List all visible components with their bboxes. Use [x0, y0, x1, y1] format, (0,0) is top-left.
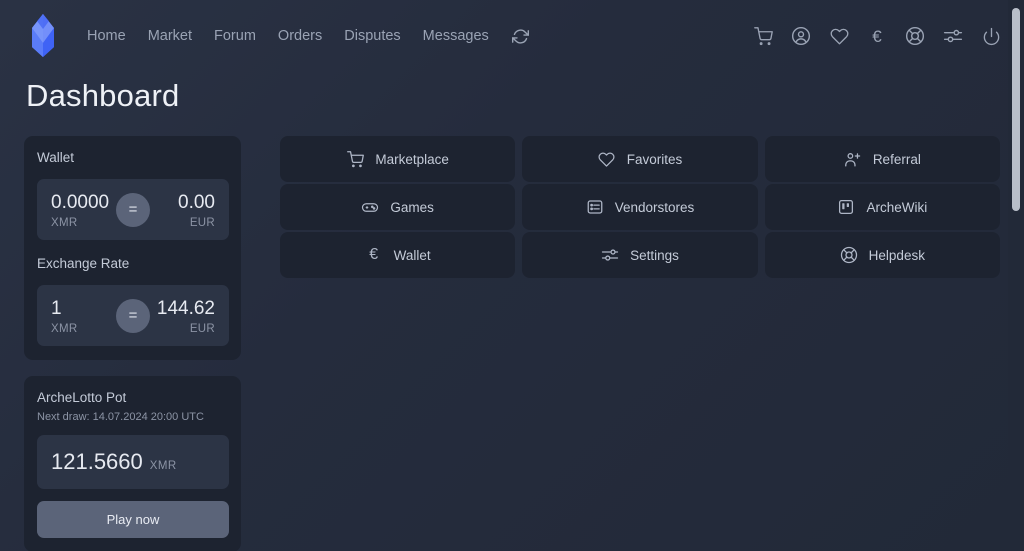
equals-badge: = [116, 298, 150, 333]
exchange-eur-unit: EUR [189, 323, 215, 336]
server-list-icon [586, 198, 604, 216]
wallet-balance-box: 0.0000 XMR = 0.00 EUR [37, 179, 229, 241]
exchange-xmr-value: 1 [51, 298, 62, 320]
nav-disputes[interactable]: Disputes [333, 23, 411, 50]
user-circle-icon[interactable] [790, 25, 812, 47]
exchange-rate-title: Exchange Rate [37, 256, 130, 272]
heart-icon [598, 150, 616, 168]
tile-games[interactable]: Games [280, 184, 516, 230]
wallet-balance-eur-value: 0.00 [178, 192, 215, 214]
wallet-card-title: Wallet [37, 150, 75, 165]
tile-marketplace[interactable]: Marketplace [280, 136, 516, 182]
exchange-left: 1 XMR [51, 298, 77, 335]
page-scrollbar[interactable] [1008, 0, 1024, 551]
tile-archewiki[interactable]: ArcheWiki [764, 184, 1000, 230]
play-now-button[interactable]: Play now [37, 501, 229, 539]
gamepad-icon [361, 198, 379, 216]
nav-messages[interactable]: Messages [412, 23, 500, 50]
archelotto-pot-unit: XMR [149, 460, 177, 473]
wallet-card: Wallet 0.0000 XMR = 0.00 EUR Exchange Ra… [24, 136, 241, 361]
archelotto-card: ArcheLotto Pot Next draw: 14.07.2024 20:… [24, 376, 241, 551]
page-scrollbar-thumb[interactable] [1012, 8, 1020, 211]
dashboard-content: Wallet 0.0000 XMR = 0.00 EUR Exchange Ra… [0, 136, 1024, 551]
tile-favorites[interactable]: Favorites [522, 136, 758, 182]
top-navigation-bar: Home Market Forum Orders Disputes Messag… [0, 0, 1024, 72]
tile-label: Referral [872, 151, 921, 167]
tile-label: ArcheWiki [866, 199, 928, 215]
nav-orders[interactable]: Orders [267, 23, 333, 50]
euro-icon[interactable]: € [866, 25, 888, 47]
tile-settings[interactable]: Settings [522, 232, 758, 278]
wallet-balance-right: 0.00 EUR [178, 192, 215, 229]
exchange-right: 144.62 EUR [157, 298, 215, 335]
cart-icon[interactable] [752, 25, 774, 47]
refresh-icon[interactable] [508, 24, 533, 49]
tile-label: Favorites [626, 151, 683, 167]
left-column: Wallet 0.0000 XMR = 0.00 EUR Exchange Ra… [24, 136, 241, 551]
header-icon-group: € [752, 25, 1002, 47]
exchange-rate-box: 1 XMR = 144.62 EUR [37, 285, 229, 347]
lifebuoy-icon [840, 246, 858, 264]
nav-forum[interactable]: Forum [203, 23, 267, 50]
nav-links: Home Market Forum Orders Disputes Messag… [76, 23, 533, 50]
heart-icon[interactable] [828, 25, 850, 47]
tile-label: Helpdesk [868, 247, 925, 263]
settings-sliders-icon[interactable] [942, 25, 964, 47]
archetyp-logo-icon[interactable] [24, 13, 62, 59]
settings-sliders-icon [601, 246, 619, 264]
nav-home[interactable]: Home [76, 23, 137, 50]
power-icon[interactable] [980, 25, 1002, 47]
tile-label: Games [390, 199, 434, 215]
page-title: Dashboard [26, 78, 180, 113]
tile-wallet[interactable]: € Wallet [280, 232, 516, 278]
wallet-balance-xmr-unit: XMR [51, 217, 78, 230]
equals-badge: = [116, 192, 150, 227]
tile-label: Settings [630, 247, 679, 263]
archelotto-pot-value: 121.5660 [51, 449, 143, 475]
kanban-layout-icon [837, 198, 855, 216]
tile-label: Wallet [393, 247, 431, 263]
tile-helpdesk[interactable]: Helpdesk [764, 232, 1000, 278]
archelotto-pot-box: 121.5660 XMR [37, 435, 229, 490]
exchange-xmr-unit: XMR [51, 323, 78, 336]
cart-icon [346, 150, 364, 168]
lifebuoy-icon[interactable] [904, 25, 926, 47]
euro-icon: € [369, 246, 379, 263]
nav-market[interactable]: Market [137, 23, 203, 50]
tile-referral[interactable]: Referral [764, 136, 1000, 182]
wallet-balance-eur-unit: EUR [189, 217, 215, 230]
archelotto-title: ArcheLotto Pot [37, 390, 127, 406]
tile-vendorstores[interactable]: Vendorstores [522, 184, 758, 230]
user-plus-icon [844, 150, 862, 168]
exchange-eur-value: 144.62 [156, 298, 215, 320]
tile-label: Marketplace [375, 151, 449, 167]
archelotto-next-draw: Next draw: 14.07.2024 20:00 UTC [37, 411, 204, 424]
wallet-balance-xmr-value: 0.0000 [51, 192, 110, 214]
wallet-balance-left: 0.0000 XMR [51, 192, 109, 229]
tile-label: Vendorstores [614, 199, 695, 215]
quick-links-grid: Marketplace Favorites Referral Games Ven… [280, 136, 1000, 278]
